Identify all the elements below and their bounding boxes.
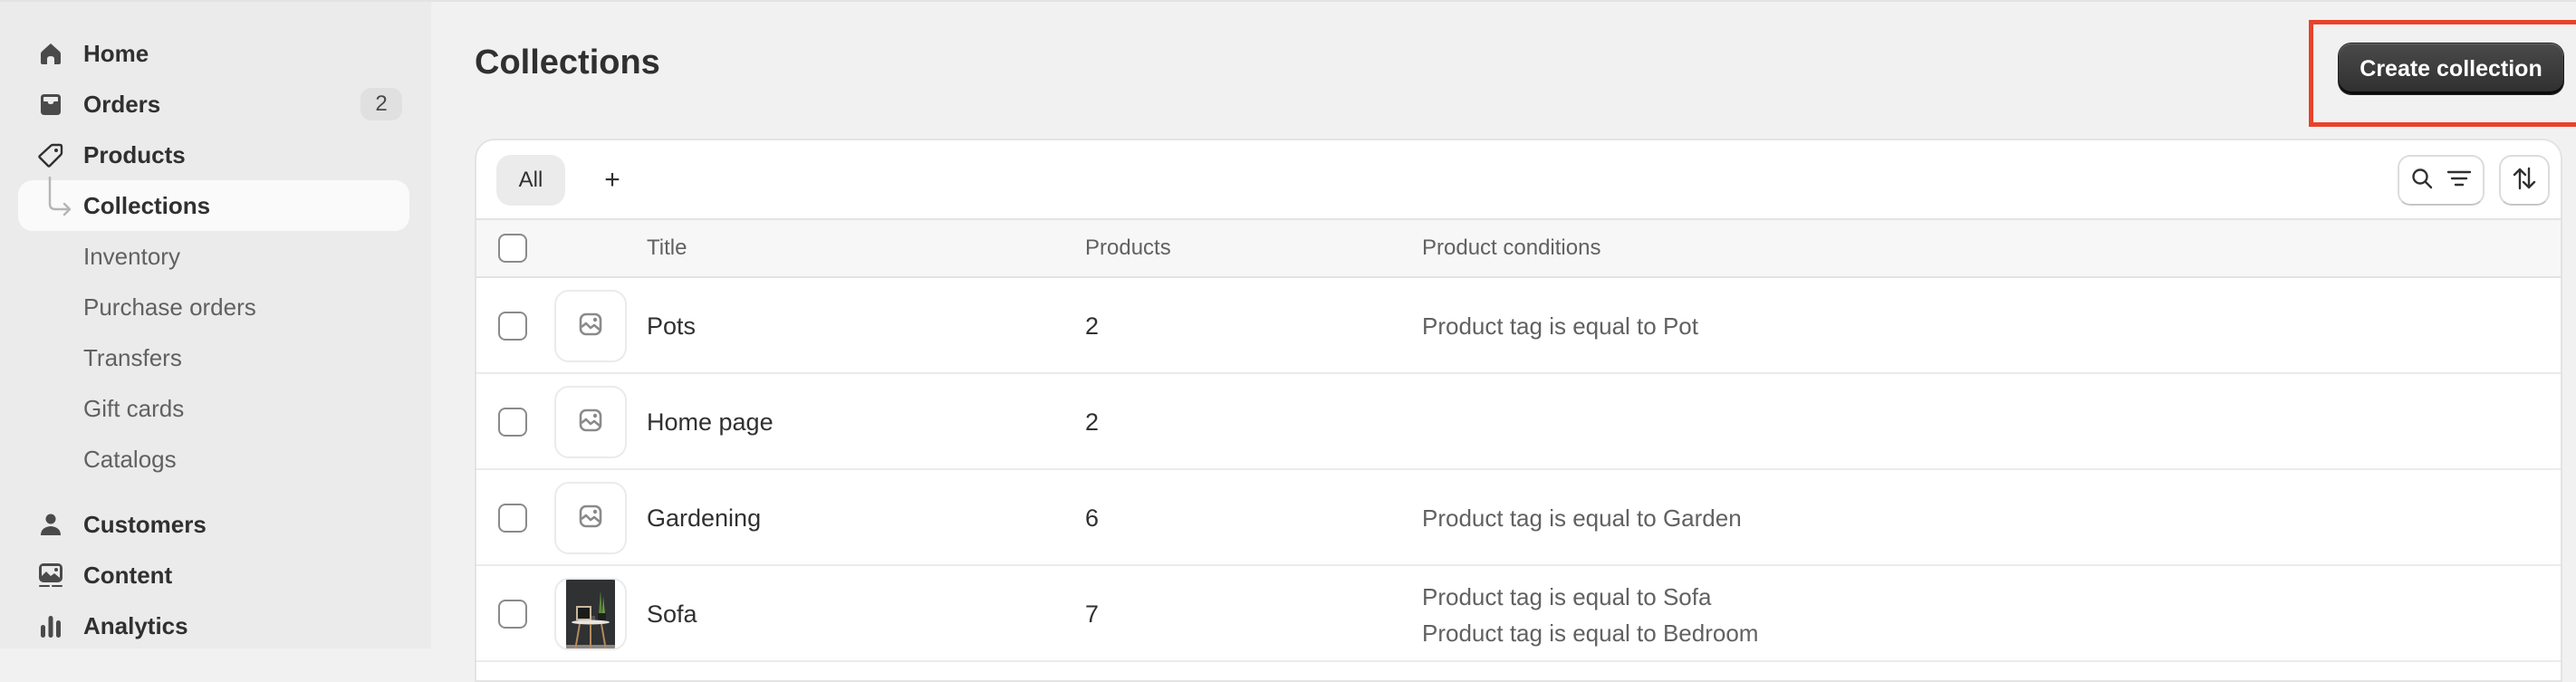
person-icon bbox=[38, 512, 63, 537]
image-icon bbox=[38, 562, 63, 588]
select-all-checkbox[interactable] bbox=[498, 234, 527, 263]
sidebar-item-label: Gift cards bbox=[83, 395, 185, 422]
product-conditions: Product tag is equal to Pot bbox=[1422, 278, 1698, 374]
collection-thumbnail bbox=[554, 482, 627, 554]
subnav-branch-icon bbox=[48, 177, 72, 216]
collections-table-card: All + Title Products Product conditions bbox=[475, 139, 2562, 682]
collection-thumbnail bbox=[554, 290, 627, 362]
column-header-product-conditions[interactable]: Product conditions bbox=[1422, 220, 1600, 276]
sidebar-item-label: Inventory bbox=[83, 243, 180, 270]
filter-icon bbox=[2446, 168, 2472, 193]
sidebar-item-orders[interactable]: Orders 2 bbox=[18, 79, 409, 130]
row-checkbox[interactable] bbox=[498, 600, 527, 629]
sidebar-item-label: Products bbox=[83, 141, 186, 168]
condition-text: Product tag is equal to Bedroom bbox=[1422, 620, 1759, 647]
sidebar-item-content[interactable]: Content bbox=[18, 550, 409, 600]
sidebar-item-transfers[interactable]: Transfers bbox=[18, 332, 409, 383]
product-conditions: Product tag is equal to Sofa Product tag… bbox=[1422, 579, 1758, 651]
sidebar-item-products[interactable]: Products bbox=[18, 130, 409, 180]
product-count: 7 bbox=[1085, 600, 1100, 628]
sidebar-item-label: Catalogs bbox=[83, 446, 177, 473]
page-title: Collections bbox=[475, 43, 660, 82]
product-count: 2 bbox=[1085, 312, 1100, 340]
product-conditions: Product tag is equal to Garden bbox=[1422, 470, 1742, 566]
collection-title-link[interactable]: Home page bbox=[647, 374, 774, 470]
collection-title-link[interactable]: Sofa bbox=[647, 566, 697, 662]
view-tabs-bar: All + bbox=[476, 140, 2561, 218]
sidebar-item-label: Collections bbox=[83, 192, 211, 219]
search-icon bbox=[2410, 167, 2434, 195]
sofa-collection-photo bbox=[566, 580, 615, 648]
condition-text: Product tag is equal to Sofa bbox=[1422, 583, 1712, 610]
collection-title-link[interactable]: Pots bbox=[647, 278, 696, 374]
orders-count-badge: 2 bbox=[360, 88, 402, 120]
condition-text: Product tag is equal to Pot bbox=[1422, 312, 1698, 340]
sidebar-item-inventory[interactable]: Inventory bbox=[18, 231, 409, 282]
sidebar-item-customers[interactable]: Customers bbox=[18, 499, 409, 550]
sidebar-item-label: Purchase orders bbox=[83, 293, 256, 321]
table-row[interactable]: Home page 2 bbox=[476, 374, 2561, 470]
collection-title-link[interactable]: Gardening bbox=[647, 470, 761, 566]
collection-thumbnail bbox=[554, 578, 627, 650]
table-row[interactable]: Gardening 6 Product tag is equal to Gard… bbox=[476, 470, 2561, 566]
product-count: 2 bbox=[1085, 408, 1100, 436]
table-row[interactable]: Pots 2 Product tag is equal to Pot bbox=[476, 278, 2561, 374]
table-row[interactable]: Sofa 7 Product tag is equal to Sofa Prod… bbox=[476, 566, 2561, 662]
table-header: Title Products Product conditions bbox=[476, 218, 2561, 278]
sidebar-item-label: Content bbox=[83, 562, 173, 589]
column-header-title[interactable]: Title bbox=[647, 220, 687, 276]
condition-text: Product tag is equal to Garden bbox=[1422, 504, 1742, 532]
sidebar-nav: Home Orders 2 Products Collections Inven… bbox=[0, 2, 431, 648]
row-checkbox[interactable] bbox=[498, 312, 527, 341]
tag-icon bbox=[38, 142, 63, 168]
sort-icon bbox=[2512, 166, 2537, 196]
sidebar-item-label: Orders bbox=[83, 91, 161, 118]
tab-all[interactable]: All bbox=[496, 155, 565, 206]
sidebar-item-label: Home bbox=[83, 40, 149, 67]
product-count: 6 bbox=[1085, 504, 1100, 532]
row-checkbox[interactable] bbox=[498, 504, 527, 533]
add-view-button[interactable]: + bbox=[592, 155, 632, 206]
sidebar-item-collections[interactable]: Collections bbox=[18, 180, 409, 231]
sidebar-item-analytics[interactable]: Analytics bbox=[18, 600, 409, 651]
sidebar-item-gift-cards[interactable]: Gift cards bbox=[18, 383, 409, 434]
sidebar-item-label: Analytics bbox=[83, 612, 188, 639]
sidebar-item-purchase-orders[interactable]: Purchase orders bbox=[18, 282, 409, 332]
image-placeholder-icon bbox=[579, 408, 602, 437]
row-checkbox[interactable] bbox=[498, 408, 527, 437]
inbox-icon bbox=[38, 91, 63, 117]
sidebar-item-catalogs[interactable]: Catalogs bbox=[18, 434, 409, 485]
sidebar-item-label: Transfers bbox=[83, 344, 182, 371]
sidebar-item-label: Customers bbox=[83, 511, 207, 538]
home-icon bbox=[38, 41, 63, 66]
sort-button[interactable] bbox=[2499, 155, 2550, 206]
collection-thumbnail bbox=[554, 386, 627, 458]
search-filter-button[interactable] bbox=[2398, 155, 2485, 206]
bar-chart-icon bbox=[38, 613, 63, 639]
column-header-products[interactable]: Products bbox=[1085, 220, 1171, 276]
create-collection-button[interactable]: Create collection bbox=[2339, 43, 2563, 94]
image-placeholder-icon bbox=[579, 312, 602, 341]
sidebar-item-home[interactable]: Home bbox=[18, 28, 409, 79]
image-placeholder-icon bbox=[579, 504, 602, 533]
